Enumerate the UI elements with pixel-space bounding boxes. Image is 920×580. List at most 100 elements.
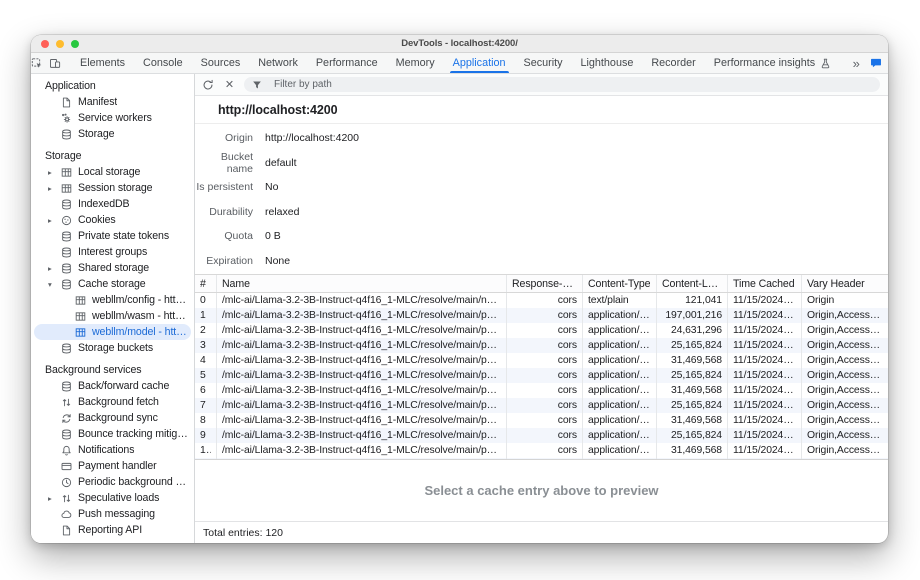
sidebar-item-bounce-tracking-mitigations[interactable]: Bounce tracking mitigations xyxy=(34,426,191,442)
sidebar-item-webllm-config-http-loc[interactable]: webllm/config - http://loc… xyxy=(34,292,191,308)
sidebar-item-shared-storage[interactable]: ▸Shared storage xyxy=(34,260,191,276)
cell-text: 25,165,824 xyxy=(671,400,722,411)
sidebar-item-periodic-background-sync[interactable]: Periodic background sync xyxy=(34,474,191,490)
sidebar-item-storage-buckets[interactable]: Storage buckets xyxy=(34,340,191,356)
disclosure-arrow-icon[interactable]: ▾ xyxy=(48,280,60,289)
cache-entry-row[interactable]: 3/mlc-ai/Llama-3.2-3B-Instruct-q4f16_1-M… xyxy=(195,338,888,353)
column-header-[interactable]: # xyxy=(195,275,217,292)
device-toolbar-button[interactable] xyxy=(49,53,67,73)
cell-text: cors xyxy=(558,415,577,426)
tab-security[interactable]: Security xyxy=(515,53,572,73)
tab-elements[interactable]: Elements xyxy=(71,53,134,73)
cell-text: application/oc… xyxy=(588,370,651,381)
sidebar-item-label: Private state tokens xyxy=(78,230,169,242)
table-icon xyxy=(60,166,72,178)
refresh-button[interactable] xyxy=(201,76,220,94)
cache-entry-row[interactable]: 2/mlc-ai/Llama-3.2-3B-Instruct-q4f16_1-M… xyxy=(195,323,888,338)
cell-: 8 xyxy=(195,413,217,428)
tab-network[interactable]: Network xyxy=(249,53,307,73)
tab-performance-insights[interactable]: Performance insights xyxy=(705,53,846,73)
cache-entry-row[interactable]: 6/mlc-ai/Llama-3.2-3B-Instruct-q4f16_1-M… xyxy=(195,383,888,398)
sidebar-item-reporting-api[interactable]: Reporting API xyxy=(34,522,191,538)
cache-entry-row[interactable]: 9/mlc-ai/Llama-3.2-3B-Instruct-q4f16_1-M… xyxy=(195,428,888,443)
sidebar-item-webllm-model-http-loc[interactable]: webllm/model - http://loc… xyxy=(34,324,191,340)
sidebar-item-storage[interactable]: Storage xyxy=(34,126,191,142)
sidebar-item-service-workers[interactable]: Service workers xyxy=(34,110,191,126)
disclosure-arrow-icon[interactable]: ▸ xyxy=(48,264,60,273)
tab-sources[interactable]: Sources xyxy=(192,53,250,73)
sidebar-item-manifest[interactable]: Manifest xyxy=(34,94,191,110)
sidebar-item-background-sync[interactable]: Background sync xyxy=(34,410,191,426)
tab-application[interactable]: Application xyxy=(444,53,515,73)
cell-content-length: 31,469,568 xyxy=(657,443,728,458)
sidebar-item-back-forward-cache[interactable]: Back/forward cache xyxy=(34,378,191,394)
disclosure-arrow-icon[interactable]: ▸ xyxy=(48,184,60,193)
column-header-response-type[interactable]: Response-Type xyxy=(507,275,583,292)
cell-text: application/oc… xyxy=(588,310,651,321)
cell-name: /mlc-ai/Llama-3.2-3B-Instruct-q4f16_1-ML… xyxy=(217,383,507,398)
cell-response-type: cors xyxy=(507,293,583,308)
cache-entry-row[interactable]: 8/mlc-ai/Llama-3.2-3B-Instruct-q4f16_1-M… xyxy=(195,413,888,428)
sidebar-item-cookies[interactable]: ▸Cookies xyxy=(34,212,191,228)
cell-time-cached: 11/15/2024, 10… xyxy=(728,368,802,383)
detail-row-expiration: ExpirationNone xyxy=(195,249,888,274)
tab-lighthouse[interactable]: Lighthouse xyxy=(572,53,643,73)
sidebar-item-cache-storage[interactable]: ▾Cache storage xyxy=(34,276,191,292)
sidebar-item-background-fetch[interactable]: Background fetch xyxy=(34,394,191,410)
cell-content-type: text/plain xyxy=(583,293,657,308)
cache-entry-row[interactable]: 1/mlc-ai/Llama-3.2-3B-Instruct-q4f16_1-M… xyxy=(195,308,888,323)
cell-text: /mlc-ai/Llama-3.2-3B-Instruct-q4f16_1-ML… xyxy=(222,385,501,396)
sidebar-item-webllm-wasm-http-loca[interactable]: webllm/wasm - http://loca… xyxy=(34,308,191,324)
issues-button[interactable]: 3 xyxy=(866,57,888,69)
sidebar-item-push-messaging[interactable]: Push messaging xyxy=(34,506,191,522)
tab-memory[interactable]: Memory xyxy=(387,53,444,73)
cell-time-cached: 11/15/2024, 10… xyxy=(728,323,802,338)
disclosure-arrow-icon[interactable]: ▸ xyxy=(48,168,60,177)
column-header-name[interactable]: Name xyxy=(217,275,507,292)
more-tabs-button[interactable]: » xyxy=(846,56,866,71)
cache-entry-row[interactable]: 4/mlc-ai/Llama-3.2-3B-Instruct-q4f16_1-M… xyxy=(195,353,888,368)
cache-entry-row[interactable]: 0/mlc-ai/Llama-3.2-3B-Instruct-q4f16_1-M… xyxy=(195,293,888,308)
tab-performance[interactable]: Performance xyxy=(307,53,387,73)
cell-text: Origin,Access… xyxy=(807,310,880,321)
column-header-time-cached[interactable]: Time Cached xyxy=(728,275,802,292)
cache-entry-row[interactable]: 5/mlc-ai/Llama-3.2-3B-Instruct-q4f16_1-M… xyxy=(195,368,888,383)
inspect-element-button[interactable] xyxy=(31,53,49,73)
sidebar-item-notifications[interactable]: Notifications xyxy=(34,442,191,458)
detail-value: relaxed xyxy=(265,206,299,218)
sidebar-item-payment-handler[interactable]: Payment handler xyxy=(34,458,191,474)
sidebar-item-session-storage[interactable]: ▸Session storage xyxy=(34,180,191,196)
sidebar-item-private-state-tokens[interactable]: Private state tokens xyxy=(34,228,191,244)
service-worker-gear-icon xyxy=(60,112,72,124)
cell-content-type: application/oc… xyxy=(583,323,657,338)
tab-label: Performance xyxy=(316,57,378,69)
cell-text: cors xyxy=(558,310,577,321)
detail-value: No xyxy=(265,181,278,193)
cell-text: application/oc… xyxy=(588,355,651,366)
column-header-content-type[interactable]: Content-Type xyxy=(583,275,657,292)
cache-entry-row[interactable]: 7/mlc-ai/Llama-3.2-3B-Instruct-q4f16_1-M… xyxy=(195,398,888,413)
sidebar-item-interest-groups[interactable]: Interest groups xyxy=(34,244,191,260)
disclosure-arrow-icon[interactable]: ▸ xyxy=(48,494,60,503)
tab-console[interactable]: Console xyxy=(134,53,192,73)
filter-by-path-input[interactable]: Filter by path xyxy=(244,77,880,92)
column-header-vary-header[interactable]: Vary Header xyxy=(802,275,888,292)
column-header-content-length[interactable]: Content-Length xyxy=(657,275,728,292)
database-icon xyxy=(60,246,72,258)
cell-text: application/oc… xyxy=(588,340,651,351)
cache-entry-row[interactable]: 10/mlc-ai/Llama-3.2-3B-Instruct-q4f16_1-… xyxy=(195,443,888,458)
cache-storage-panel: ✕ Filter by path http://localhost:4200 O… xyxy=(195,74,888,543)
cell-text: Origin,Access… xyxy=(807,385,880,396)
sidebar-item-indexeddb[interactable]: IndexedDB xyxy=(34,196,191,212)
cell-text: 25,165,824 xyxy=(671,370,722,381)
cell-name: /mlc-ai/Llama-3.2-3B-Instruct-q4f16_1-ML… xyxy=(217,413,507,428)
disclosure-arrow-icon[interactable]: ▸ xyxy=(48,216,60,225)
clear-button[interactable]: ✕ xyxy=(220,76,239,94)
cell-text: /mlc-ai/Llama-3.2-3B-Instruct-q4f16_1-ML… xyxy=(222,415,501,426)
cell-: 5 xyxy=(195,368,217,383)
sidebar-item-local-storage[interactable]: ▸Local storage xyxy=(34,164,191,180)
cell-response-type: cors xyxy=(507,338,583,353)
sidebar-item-speculative-loads[interactable]: ▸Speculative loads xyxy=(34,490,191,506)
cell-text: /mlc-ai/Llama-3.2-3B-Instruct-q4f16_1-ML… xyxy=(222,370,501,381)
tab-recorder[interactable]: Recorder xyxy=(642,53,704,73)
